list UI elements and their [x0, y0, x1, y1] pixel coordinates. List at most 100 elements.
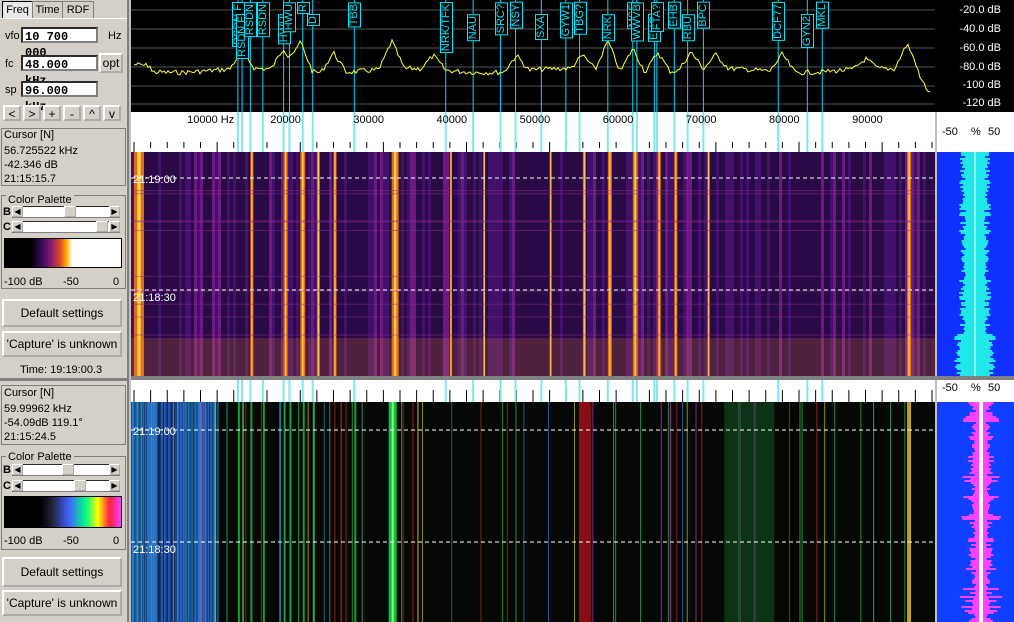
station-marker: [673, 380, 676, 402]
brightness-thumb-2[interactable]: [62, 464, 74, 475]
fc-label: fc: [5, 58, 14, 70]
histogram-core: [979, 544, 983, 546]
default-settings-button-1[interactable]: Default settings: [2, 299, 122, 327]
histogram-core: [979, 462, 983, 464]
histogram-core: [979, 446, 983, 448]
station-marker: [499, 380, 502, 402]
wf-signal: [548, 402, 550, 622]
time-status: Time: 19:19:00.3: [20, 364, 103, 376]
wf-signal: [872, 402, 874, 622]
wf-noise: [200, 402, 202, 622]
wf-noise: [186, 402, 188, 622]
histogram-core: [979, 504, 983, 506]
slider-left-arrow-icon[interactable]: ◀: [12, 464, 23, 475]
wf-signal: [354, 402, 357, 622]
slider-left-arrow-icon[interactable]: ◀: [12, 206, 23, 217]
histogram-core: [979, 476, 983, 478]
wf-signal: [245, 402, 247, 622]
vfo-label: vfo: [5, 30, 20, 42]
opt-button[interactable]: opt: [99, 53, 123, 73]
nav-left-button[interactable]: <: [3, 105, 21, 121]
histogram-core: [979, 494, 983, 496]
histogram-core: [979, 512, 983, 514]
wf-noise: [184, 402, 186, 622]
tab-time[interactable]: Time: [32, 1, 63, 18]
wf-signal: [860, 402, 862, 622]
histogram-core: [979, 540, 983, 542]
histogram-core: [979, 612, 983, 614]
waterfall-2[interactable]: 21:19:00 21:18:30: [131, 402, 935, 622]
histogram-core: [979, 542, 983, 544]
nav-plus-button[interactable]: +: [43, 105, 61, 121]
tab-rdf[interactable]: RDF: [62, 1, 94, 18]
tab-freq[interactable]: Freq: [2, 1, 33, 19]
db-tick: -20.0 dB: [959, 4, 1001, 16]
db-tick: -40.0 dB: [959, 23, 1001, 35]
pct-mid: %: [971, 126, 981, 138]
fc-field[interactable]: 48.000 kHz: [21, 55, 98, 88]
histogram-core: [979, 506, 983, 508]
db-tick: -60.0 dB: [959, 42, 1001, 54]
vfo-field[interactable]: 10 700 000: [21, 27, 98, 60]
histogram-core: [979, 614, 983, 616]
station-marker: [635, 112, 638, 152]
histogram-core: [979, 500, 983, 502]
palette-max-1: 0: [113, 276, 120, 288]
histogram-core: [979, 578, 983, 580]
palette-gradient-1: [4, 238, 122, 268]
station-label: GYN2: [801, 14, 815, 48]
wf-signal: [260, 402, 262, 622]
slider-right-arrow-icon[interactable]: ▶: [109, 206, 120, 217]
histogram-core: [979, 426, 983, 428]
wf-burst: [131, 334, 935, 336]
freq-tick-label: 70000: [685, 114, 717, 126]
capture-button-2[interactable]: 'Capture' is unknown: [2, 590, 122, 616]
wf-burst: [131, 275, 935, 277]
histogram-core: [979, 408, 983, 410]
wf-signal: [262, 402, 265, 622]
slider-right-arrow-icon[interactable]: ▶: [109, 464, 120, 475]
station-marker: [564, 112, 567, 152]
wf-noise: [180, 402, 182, 622]
waterfall-1[interactable]: 21:19:00 21:18:30: [131, 152, 935, 376]
sp-field[interactable]: 96.000 kHz: [21, 81, 98, 114]
slider-right-arrow-icon[interactable]: ▶: [109, 480, 120, 491]
panel-divider: [0, 378, 127, 381]
contrast-thumb-2[interactable]: [74, 480, 86, 491]
nav-right-button[interactable]: >: [23, 105, 41, 121]
default-settings-button-2[interactable]: Default settings: [2, 557, 122, 587]
histogram-core: [979, 442, 983, 444]
freq-tick-label: 50000: [519, 114, 551, 126]
contrast-thumb-1[interactable]: [96, 221, 108, 232]
wf-noise: [177, 402, 179, 622]
freq-tick-label: 60000: [602, 114, 634, 126]
histogram-core: [979, 530, 983, 532]
brightness-thumb-1[interactable]: [64, 206, 76, 217]
nav-minus-button[interactable]: -: [63, 105, 81, 121]
palette-min-1: -100 dB: [4, 276, 43, 288]
nav-down-button[interactable]: v: [103, 105, 121, 121]
histogram-2: [937, 402, 1014, 622]
histogram-core: [979, 460, 983, 462]
station-label: NRK/TFK: [439, 2, 453, 54]
station-marker: [673, 112, 676, 152]
slider-right-arrow-icon[interactable]: ▶: [109, 221, 120, 232]
wf2-time-label: 21:19:00: [133, 426, 176, 438]
slider-left-arrow-icon[interactable]: ◀: [12, 480, 23, 491]
spectrum-plot[interactable]: RSDN FRSDN FRSDNRSDNHWUHWURDTBBNRK/TFKNA…: [131, 0, 935, 112]
histogram-core: [979, 554, 983, 556]
station-marker: [702, 380, 705, 402]
wf-interference: [131, 338, 935, 376]
wf-burst: [131, 316, 935, 318]
wf-burst: [131, 230, 935, 232]
frequency-axis: 10000 Hz 20000 30000 40000 50000 60000 70000 80…: [131, 112, 935, 152]
nav-up-button[interactable]: ^: [83, 105, 101, 121]
station-label: HWU: [283, 2, 297, 33]
wf-signal: [417, 402, 419, 622]
histogram-core: [979, 564, 983, 566]
capture-button-1[interactable]: 'Capture' is unknown: [2, 331, 122, 357]
wf-signal: [660, 402, 662, 622]
slider-left-arrow-icon[interactable]: ◀: [12, 221, 23, 232]
contrast-slider-2[interactable]: [12, 480, 120, 492]
station-label: TBB: [348, 2, 362, 28]
